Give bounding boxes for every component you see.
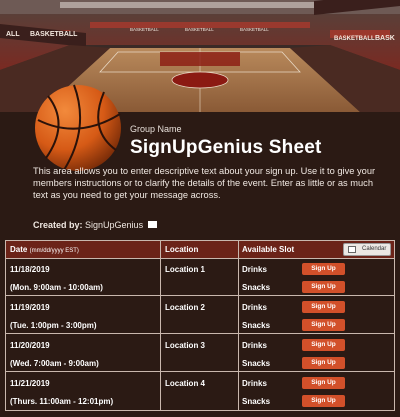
banner-sign-6: BASKETBALL: [334, 36, 375, 42]
creator-name: SignUpGenius: [85, 220, 144, 230]
signup-button[interactable]: Sign Up: [302, 301, 345, 313]
row-date: 11/19/2019: [10, 303, 50, 312]
row-divider: [6, 295, 394, 296]
created-by: Created by: SignUpGenius: [33, 220, 157, 230]
date-format: (mm/dd/yyyy EST): [29, 248, 79, 254]
signup-button[interactable]: Sign Up: [302, 357, 345, 369]
row-time: (Mon. 9:00am - 10:00am): [10, 283, 103, 292]
row-time: (Tue. 1:00pm - 3:00pm): [10, 321, 97, 330]
sheet-description: This area allows you to enter descriptiv…: [33, 166, 376, 200]
page-title: SignUpGenius Sheet: [130, 137, 322, 158]
signup-button[interactable]: Sign Up: [302, 263, 345, 275]
banner-sign-1: ALL: [6, 31, 20, 38]
row-location: Location 4: [165, 379, 206, 388]
banner-sign-3: BASKETBALL: [130, 27, 159, 32]
banner-sign-2: BASKETBALL: [30, 31, 78, 38]
header-date: Date (mm/dd/yyyy EST): [10, 245, 79, 254]
slot-snacks: Snacks: [242, 321, 271, 330]
row-date: 11/20/2019: [10, 341, 50, 350]
signup-button[interactable]: Sign Up: [302, 319, 345, 331]
slot-drinks: Drinks: [242, 303, 267, 312]
slot-snacks: Snacks: [242, 397, 271, 406]
row-location: Location 1: [165, 265, 206, 274]
table-row: 11/18/2019 (Mon. 9:00am - 10:00am) Locat…: [6, 259, 394, 296]
table-row: 11/20/2019 (Wed. 7:00am - 9:00am) Locati…: [6, 335, 394, 372]
signup-button[interactable]: Sign Up: [302, 339, 345, 351]
header-location: Location: [165, 245, 199, 254]
group-name-label: Group Name: [130, 124, 182, 134]
slot-drinks: Drinks: [242, 341, 267, 350]
row-location: Location 3: [165, 341, 206, 350]
slot-snacks: Snacks: [242, 283, 271, 292]
row-location: Location 2: [165, 303, 206, 312]
signup-button[interactable]: Sign Up: [302, 281, 345, 293]
row-date: 11/21/2019: [10, 379, 50, 388]
table-row: 11/19/2019 (Tue. 1:00pm - 3:00pm) Locati…: [6, 297, 394, 334]
row-date: 11/18/2019: [10, 265, 50, 274]
row-time: (Thurs. 11:00am - 12:01pm): [10, 397, 114, 406]
slot-drinks: Drinks: [242, 379, 267, 388]
signup-button[interactable]: Sign Up: [302, 377, 345, 389]
mail-icon[interactable]: [147, 221, 157, 229]
calendar-button[interactable]: Calendar: [343, 243, 391, 256]
signup-table: Date (mm/dd/yyyy EST) Location Available…: [5, 240, 395, 411]
basketball-icon: [35, 84, 121, 171]
banner-sign-5: BASKETBALL: [240, 27, 269, 32]
header-available-slot: Available Slot: [242, 245, 295, 254]
table-row: 11/21/2019 (Thurs. 11:00am - 12:01pm) Lo…: [6, 373, 394, 410]
row-divider: [6, 371, 394, 372]
row-time: (Wed. 7:00am - 9:00am): [10, 359, 99, 368]
banner-sign-4: BASKETBALL: [185, 27, 214, 32]
calendar-label: Calendar: [362, 246, 387, 252]
table-header: Date (mm/dd/yyyy EST) Location Available…: [6, 241, 394, 259]
banner-sign-7: BASK: [375, 35, 395, 42]
row-divider: [6, 333, 394, 334]
signup-button[interactable]: Sign Up: [302, 395, 345, 407]
calendar-icon: [348, 246, 356, 253]
created-by-label: Created by:: [33, 220, 83, 230]
slot-snacks: Snacks: [242, 359, 271, 368]
slot-drinks: Drinks: [242, 265, 267, 274]
